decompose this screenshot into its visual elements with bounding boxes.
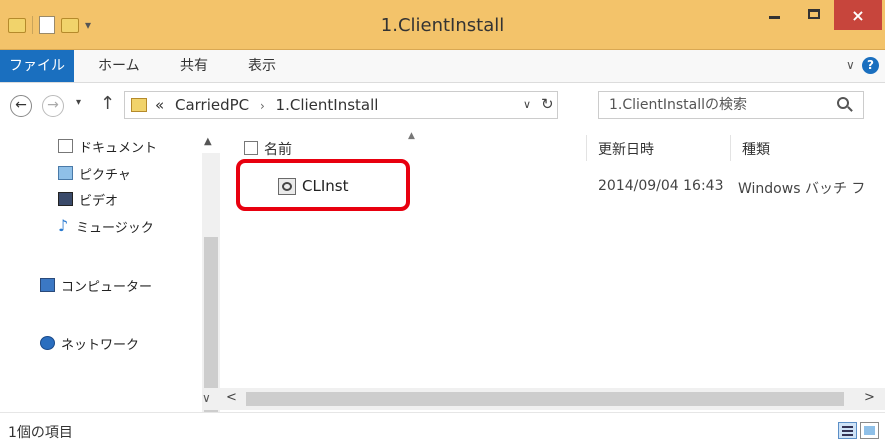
forward-button[interactable]: → bbox=[42, 95, 64, 117]
nav-item-label: ミュージック bbox=[76, 220, 154, 236]
item-count: 1個の項目 bbox=[8, 425, 73, 441]
breadcrumb-segment[interactable]: 1.ClientInstall bbox=[276, 96, 379, 114]
document-icon bbox=[58, 139, 73, 153]
details-view-icon[interactable] bbox=[838, 422, 857, 439]
scroll-right-icon[interactable]: > bbox=[864, 390, 875, 405]
column-header-name[interactable]: 名前 bbox=[264, 139, 292, 159]
nav-item-label: コンピューター bbox=[61, 279, 153, 295]
scroll-down-icon[interactable]: ∨ bbox=[202, 391, 220, 405]
navigation-bar: ← → ▾ ↑ « CarriedPC › 1.ClientInstall ∨ … bbox=[0, 83, 885, 127]
computer-icon bbox=[40, 278, 55, 292]
nav-item-label: ピクチャ bbox=[79, 167, 131, 183]
search-box[interactable] bbox=[598, 91, 864, 119]
table-row[interactable]: CLInst 2014/09/04 16:43 Windows バッチ フ bbox=[244, 174, 885, 200]
window-title: 1.ClientInstall bbox=[380, 15, 505, 36]
network-icon bbox=[40, 336, 55, 350]
search-icon[interactable] bbox=[837, 97, 849, 109]
select-all-checkbox[interactable] bbox=[244, 141, 258, 155]
status-bar: 1個の項目 bbox=[0, 412, 885, 448]
pictures-icon bbox=[58, 166, 73, 180]
tab-share[interactable]: 共有 bbox=[180, 50, 208, 82]
expand-ribbon-icon[interactable]: ∨ bbox=[846, 58, 855, 72]
nav-item-videos[interactable]: ビデオ bbox=[58, 188, 118, 210]
recent-locations-icon[interactable]: ▾ bbox=[76, 97, 81, 108]
column-divider[interactable] bbox=[730, 135, 731, 161]
tab-file[interactable]: ファイル bbox=[0, 50, 74, 82]
file-name[interactable]: CLInst bbox=[302, 177, 348, 195]
scroll-up-icon[interactable]: ▲ bbox=[204, 136, 212, 147]
nav-item-computer[interactable]: コンピューター bbox=[40, 274, 152, 296]
batch-file-icon bbox=[278, 178, 296, 195]
breadcrumb-overflow[interactable]: « bbox=[155, 96, 164, 114]
help-icon[interactable]: ? bbox=[862, 57, 879, 74]
up-button[interactable]: ↑ bbox=[100, 93, 115, 114]
refresh-icon[interactable]: ↻ bbox=[541, 95, 554, 113]
breadcrumb: « CarriedPC › 1.ClientInstall bbox=[155, 96, 378, 114]
nav-item-label: ビデオ bbox=[79, 193, 119, 209]
column-header-type[interactable]: 種類 bbox=[742, 139, 770, 159]
file-type: Windows バッチ フ bbox=[738, 181, 866, 197]
nav-item-documents[interactable]: ドキュメント bbox=[58, 135, 157, 157]
search-input[interactable] bbox=[599, 92, 829, 118]
tab-home[interactable]: ホーム bbox=[98, 50, 140, 82]
file-modified: 2014/09/04 16:43 bbox=[598, 178, 724, 194]
file-list: 名前 ▲ 更新日時 種類 CLInst 2014/09/04 16:43 Win… bbox=[222, 127, 885, 415]
large-icons-view-icon[interactable] bbox=[860, 422, 879, 439]
tab-view[interactable]: 表示 bbox=[248, 50, 276, 82]
folder-icon bbox=[131, 98, 147, 112]
nav-item-network[interactable]: ネットワーク bbox=[40, 332, 139, 354]
column-header-modified[interactable]: 更新日時 bbox=[598, 139, 654, 159]
nav-item-pictures[interactable]: ピクチャ bbox=[58, 162, 131, 184]
nav-item-label: ネットワーク bbox=[61, 337, 140, 353]
title-bar: ▾ 1.ClientInstall × bbox=[0, 0, 885, 50]
horizontal-scrollbar[interactable]: ∨ < > bbox=[202, 388, 885, 410]
address-bar[interactable]: « CarriedPC › 1.ClientInstall ∨ ↻ bbox=[124, 91, 558, 119]
nav-item-music[interactable]: ♪ ミュージック bbox=[58, 215, 154, 237]
breadcrumb-separator-icon[interactable]: › bbox=[260, 99, 265, 113]
breadcrumb-segment[interactable]: CarriedPC bbox=[175, 96, 249, 114]
scroll-left-icon[interactable]: < bbox=[226, 390, 237, 405]
minimize-icon bbox=[768, 15, 780, 19]
sort-ascending-icon: ▲ bbox=[408, 131, 415, 141]
maximize-button[interactable] bbox=[796, 0, 832, 28]
address-dropdown-icon[interactable]: ∨ bbox=[523, 98, 531, 111]
maximize-icon bbox=[808, 9, 820, 19]
column-divider[interactable] bbox=[586, 135, 587, 161]
horizontal-scrollbar-thumb[interactable] bbox=[246, 392, 844, 406]
back-button[interactable]: ← bbox=[10, 95, 32, 117]
video-icon bbox=[58, 192, 73, 206]
nav-item-label: ドキュメント bbox=[79, 140, 158, 156]
music-icon: ♪ bbox=[58, 216, 69, 235]
close-button[interactable]: × bbox=[834, 0, 882, 30]
ribbon-tabs: ファイル ホーム 共有 表示 ∨ ? bbox=[0, 50, 885, 83]
minimize-button[interactable] bbox=[754, 0, 794, 28]
navigation-pane: ▲ ドキュメント ピクチャ ビデオ ♪ ミュージック コンピューター ネットワー… bbox=[0, 127, 222, 415]
